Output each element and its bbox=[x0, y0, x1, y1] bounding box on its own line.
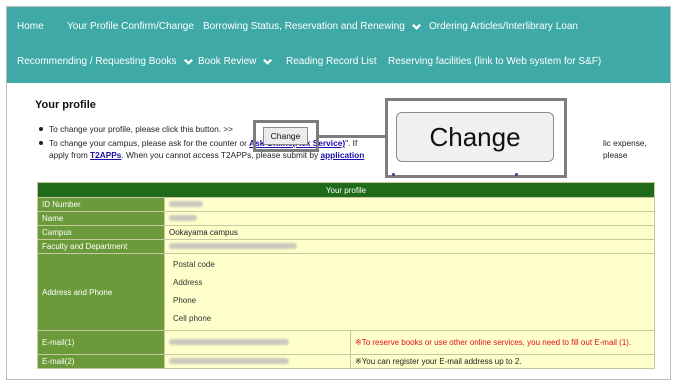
application-link[interactable]: application bbox=[320, 150, 364, 160]
change-button-zoom-callout: Change bbox=[385, 98, 567, 178]
table-row: E-mail(1) ※To reserve books or use other… bbox=[37, 330, 655, 355]
redacted-value bbox=[169, 358, 289, 364]
instruction-text: ". If bbox=[345, 138, 358, 148]
change-button-zoomed: Change bbox=[396, 112, 554, 162]
nav-profile-confirm-change[interactable]: Your Profile Confirm/Change bbox=[67, 21, 194, 32]
instruction-text: To change your profile, please click thi… bbox=[49, 124, 234, 134]
chevron-down-icon bbox=[263, 58, 273, 65]
table-row: E-mail(2) ※You can register your E-mail … bbox=[37, 354, 655, 369]
nav-label: Ordering Articles/Interlibrary Loan bbox=[429, 21, 578, 32]
table-row: Faculty and Department bbox=[37, 239, 655, 254]
nav-label: Book Review bbox=[198, 56, 257, 67]
table-row: Campus Ookayama campus bbox=[37, 225, 655, 240]
nav-book-review[interactable]: Book Review bbox=[198, 56, 273, 67]
address-label: Address bbox=[173, 278, 203, 287]
callout-marker bbox=[392, 173, 395, 176]
name-label: Name bbox=[37, 211, 165, 226]
faculty-value bbox=[164, 239, 655, 254]
email1-label: E-mail(1) bbox=[37, 330, 165, 355]
name-value bbox=[164, 211, 655, 226]
nav-borrowing-status[interactable]: Borrowing Status, Reservation and Renewi… bbox=[203, 21, 422, 32]
change-profile-button[interactable]: Change bbox=[263, 127, 308, 145]
nav-label: Reading Record List bbox=[286, 56, 377, 67]
address-phone-label: Address and Phone bbox=[37, 253, 165, 331]
nav-reading-record-list[interactable]: Reading Record List bbox=[286, 56, 377, 67]
profile-table-header: Your profile bbox=[37, 182, 655, 198]
instruction-text: apply from bbox=[49, 150, 91, 160]
chevron-down-icon bbox=[411, 23, 421, 30]
table-row: ID Number bbox=[37, 197, 655, 212]
address-phone-value: Postal code Address Phone Cell phone bbox=[164, 253, 655, 331]
nav-label: Recommending / Requesting Books bbox=[17, 56, 177, 67]
nav-recommending-books[interactable]: Recommending / Requesting Books bbox=[17, 56, 194, 67]
nav-home[interactable]: Home bbox=[17, 21, 44, 32]
table-row: Address and Phone Postal code Address Ph… bbox=[37, 253, 655, 331]
redacted-value bbox=[169, 215, 197, 221]
t2apps-link[interactable]: T2APPs bbox=[90, 150, 121, 160]
nav-label: Home bbox=[17, 21, 44, 32]
profile-table: Your profile ID Number Name Campus Ookay… bbox=[37, 182, 655, 369]
chevron-down-icon bbox=[183, 58, 193, 65]
id-number-value bbox=[164, 197, 655, 212]
email2-value bbox=[164, 354, 351, 369]
table-row: Name bbox=[37, 211, 655, 226]
email2-label: E-mail(2) bbox=[37, 354, 165, 369]
postal-code-label: Postal code bbox=[173, 260, 215, 269]
nav-label: Borrowing Status, Reservation and Renewi… bbox=[203, 21, 405, 32]
browser-viewport: Home Your Profile Confirm/Change Borrowi… bbox=[6, 6, 671, 380]
instruction-text: lic expense, please bbox=[603, 138, 647, 160]
email1-note: ※To reserve books or use other online se… bbox=[350, 330, 655, 355]
email1-value bbox=[164, 330, 351, 355]
campus-label: Campus bbox=[37, 225, 165, 240]
instruction-text: To change your campus, please ask for th… bbox=[49, 138, 250, 148]
campus-value: Ookayama campus bbox=[164, 225, 655, 240]
redacted-value bbox=[169, 201, 203, 207]
callout-marker bbox=[515, 173, 518, 176]
phone-label: Phone bbox=[173, 296, 197, 305]
redacted-value bbox=[169, 243, 297, 249]
nav-reserving-facilities[interactable]: Reserving facilities (link to Web system… bbox=[388, 56, 601, 67]
nav-ordering-articles[interactable]: Ordering Articles/Interlibrary Loan bbox=[429, 21, 578, 32]
redacted-value bbox=[169, 339, 289, 345]
top-nav: Home Your Profile Confirm/Change Borrowi… bbox=[7, 7, 670, 83]
page-title: Your profile bbox=[35, 99, 96, 111]
id-number-label: ID Number bbox=[37, 197, 165, 212]
email2-note: ※You can register your E-mail address up… bbox=[350, 354, 655, 369]
faculty-label: Faculty and Department bbox=[37, 239, 165, 254]
nav-label: Your Profile Confirm/Change bbox=[67, 21, 194, 32]
cell-phone-label: Cell phone bbox=[173, 314, 212, 323]
nav-label: Reserving facilities (link to Web system… bbox=[388, 56, 602, 67]
